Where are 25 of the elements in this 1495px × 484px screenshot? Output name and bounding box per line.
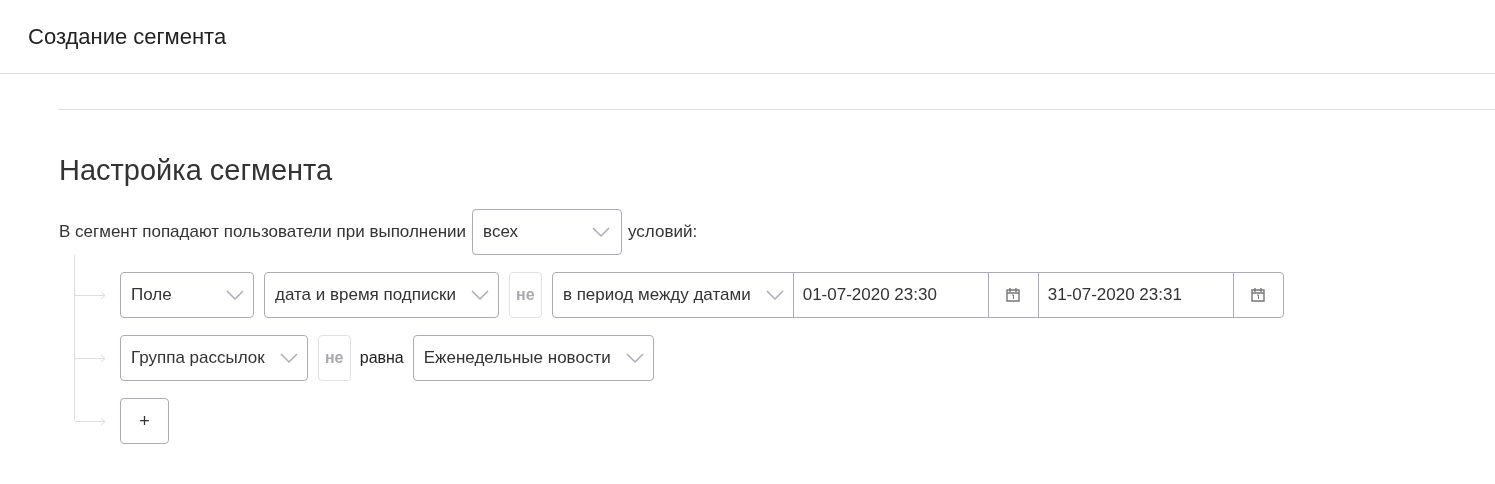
date-field[interactable]: 31-07-2020 23:31 [1037,272,1234,318]
chevron-icon [225,289,245,301]
connector-arrow [75,416,107,426]
page-title: Создание сегмента [28,23,227,51]
chevron-icon [278,352,299,364]
operator-label: равна [359,348,404,368]
date-field[interactable]: 01-07-2020 23:30 [792,272,989,318]
calendar-icon [1004,286,1023,304]
chevron-icon [764,289,785,301]
calendar-button[interactable] [1232,272,1284,318]
sentence-text: условий: [628,221,698,244]
chevron-icon [624,352,645,364]
sentence-text: В сегмент попадают пользователи при выполнении [59,221,467,244]
calendar-icon [1249,286,1268,304]
calendar-button[interactable] [987,272,1039,318]
dropdown-select[interactable]: дата и время подписки [264,272,499,318]
section-heading: Настройка сегмента [59,153,334,188]
dropdown-select[interactable]: Группа рассылок [120,335,308,381]
chevron-icon [591,226,612,238]
dropdown-select[interactable]: в период между датами [551,272,794,318]
add-condition-button[interactable]: + [120,398,169,444]
dropdown-select[interactable]: Поле [120,272,254,318]
dropdown-select[interactable]: Еженедельные новости [412,335,654,381]
match-select[interactable]: всех [472,209,623,255]
chevron-icon [469,289,490,301]
